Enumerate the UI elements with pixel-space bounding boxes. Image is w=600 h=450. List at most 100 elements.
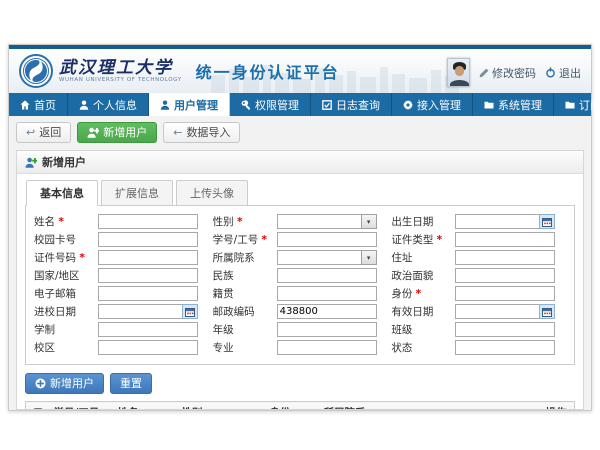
calendar-icon[interactable] [539, 304, 555, 319]
籍贯-input[interactable] [277, 286, 377, 301]
panel-tabs: 基本信息扩展信息上传头像 [25, 180, 575, 206]
logout-label: 退出 [559, 65, 581, 81]
change-password-link[interactable]: 修改密码 [479, 65, 536, 81]
calendar-icon[interactable] [539, 214, 555, 229]
power-icon [545, 67, 556, 78]
校区-input[interactable] [98, 340, 198, 355]
reset-button[interactable]: 重置 [110, 373, 152, 394]
select-all-checkbox[interactable] [33, 408, 43, 411]
back-button[interactable]: ↩ 返回 [16, 122, 71, 143]
field-label: 籍贯 [213, 286, 277, 301]
所属院系-input[interactable] [277, 250, 362, 265]
form-field-邮政编码: 邮政编码 [213, 304, 388, 319]
user-list-table: 学号/工号姓名性别身份所属院系操作 [25, 401, 575, 410]
国家/地区-input[interactable] [98, 268, 198, 283]
专业-input[interactable] [277, 340, 377, 355]
form-field-性别: 性别 *▾ [213, 214, 388, 229]
required-asterisk: * [79, 252, 85, 264]
nav-tab-系统管理[interactable]: 系统管理 [473, 93, 554, 116]
field-label: 邮政编码 [213, 304, 277, 319]
有效日期-input[interactable] [455, 304, 540, 319]
form-field-学号/工号: 学号/工号 * [213, 232, 388, 247]
性别-input[interactable] [277, 214, 362, 229]
required-asterisk: * [416, 288, 422, 300]
logout-link[interactable]: 退出 [545, 65, 581, 81]
select-all-header-cell [26, 402, 50, 411]
证件号码-input[interactable] [98, 250, 198, 265]
pencil-icon [479, 68, 489, 78]
panel-tab-上传头像[interactable]: 上传头像 [176, 180, 248, 206]
form-field-籍贯: 籍贯 [213, 286, 388, 301]
basic-info-form: 姓名 *性别 *▾出生日期 校园卡号 学号/工号 *证件类型 *证件号码 *所属… [25, 205, 575, 365]
form-field-年级: 年级 [213, 322, 388, 337]
进校日期-input[interactable] [98, 304, 183, 319]
班级-input[interactable] [455, 322, 555, 337]
submit-new-user-label: 新增用户 [50, 377, 94, 390]
nav-tab-权限管理[interactable]: 权限管理 [230, 93, 311, 116]
状态-input[interactable] [455, 340, 555, 355]
邮政编码-input[interactable] [277, 304, 377, 319]
new-user-toolbar-button[interactable]: 新增用户 [77, 122, 157, 143]
folder-icon [565, 100, 575, 110]
dropdown-arrow-icon[interactable]: ▾ [361, 214, 377, 229]
calendar-icon[interactable] [182, 304, 198, 319]
form-field-出生日期: 出生日期 [391, 214, 566, 229]
住址-input[interactable] [455, 250, 555, 265]
form-field-电子邮箱: 电子邮箱 [34, 286, 209, 301]
field-label: 身份 * [391, 286, 455, 301]
姓名-input[interactable] [98, 214, 198, 229]
出生日期-input[interactable] [455, 214, 540, 229]
身份-input[interactable] [455, 286, 555, 301]
nav-tab-首页[interactable]: 首页 [9, 93, 68, 116]
校园卡号-input[interactable] [98, 232, 198, 247]
change-password-label: 修改密码 [492, 65, 536, 81]
form-field-政治面貌: 政治面貌 [391, 268, 566, 283]
user-avatar [447, 58, 470, 87]
panel-tab-扩展信息[interactable]: 扩展信息 [101, 180, 173, 206]
form-field-校区: 校区 [34, 340, 209, 355]
form-field-班级: 班级 [391, 322, 566, 337]
panel-tab-基本信息[interactable]: 基本信息 [26, 180, 98, 206]
field-label: 证件号码 * [34, 250, 98, 265]
nav-tab-订阅管理[interactable]: 订阅管理 [554, 93, 600, 116]
toolbar: ↩ 返回 新增用户 ← 数据导入 [16, 122, 584, 143]
nav-tab-个人信息[interactable]: 个人信息 [68, 93, 149, 116]
form-field-住址: 住址 [391, 250, 566, 265]
column-header-操作: 操作 [542, 402, 575, 411]
form-field-学制: 学制 [34, 322, 209, 337]
学号/工号-input[interactable] [277, 232, 377, 247]
table-header-row: 学号/工号姓名性别身份所属院系操作 [26, 402, 575, 411]
person-icon [160, 100, 170, 110]
nav-tab-接入管理[interactable]: 接入管理 [392, 93, 473, 116]
field-label: 校区 [34, 340, 98, 355]
民族-input[interactable] [277, 268, 377, 283]
nav-tab-label: 用户管理 [174, 97, 218, 113]
form-field-证件号码: 证件号码 * [34, 250, 209, 265]
column-header-学号/工号: 学号/工号 [50, 402, 114, 411]
column-header-姓名: 姓名 [114, 402, 178, 411]
证件类型-input[interactable] [455, 232, 555, 247]
person-icon [79, 100, 89, 110]
年级-input[interactable] [277, 322, 377, 337]
left-arrow-icon: ← [173, 128, 182, 138]
add-user-panel: 新增用户 基本信息扩展信息上传头像 姓名 * 性别 *▾出生日期 校园卡号 学号/… [16, 150, 584, 410]
nav-tab-用户管理[interactable]: 用户管理 [149, 93, 230, 116]
user-plus-icon [87, 127, 99, 138]
电子邮箱-input[interactable] [98, 286, 198, 301]
nav-tab-日志查询[interactable]: 日志查询 [311, 93, 392, 116]
data-import-label: 数据导入 [186, 126, 230, 139]
required-asterisk: * [437, 234, 443, 246]
field-label: 专业 [213, 340, 277, 355]
field-label: 有效日期 [391, 304, 455, 319]
field-label: 姓名 * [34, 214, 98, 229]
submit-new-user-button[interactable]: 新增用户 [25, 373, 104, 394]
data-import-button[interactable]: ← 数据导入 [163, 122, 240, 143]
field-label: 状态 [391, 340, 455, 355]
field-label: 校园卡号 [34, 232, 98, 247]
nav-tab-label: 首页 [34, 97, 56, 113]
dropdown-arrow-icon[interactable]: ▾ [361, 250, 377, 265]
gear-icon [403, 100, 413, 110]
政治面貌-input[interactable] [455, 268, 555, 283]
column-header-身份: 身份 [266, 402, 320, 411]
学制-input[interactable] [98, 322, 198, 337]
